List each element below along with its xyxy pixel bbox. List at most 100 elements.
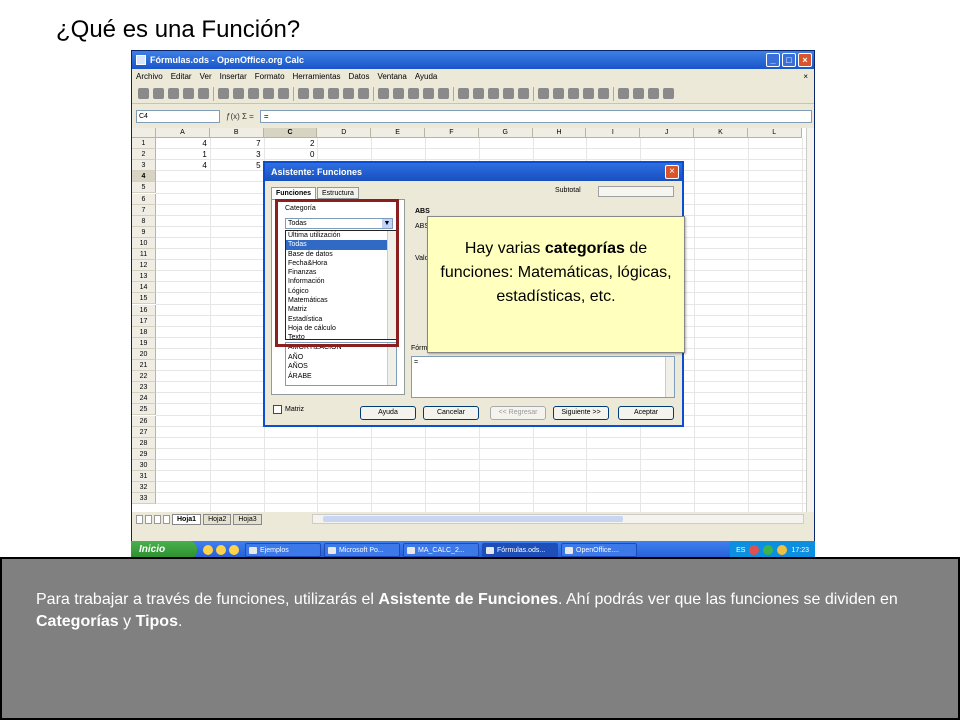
toolbar-button-icon[interactable] (153, 88, 164, 99)
prev-sheet-nav[interactable] (145, 514, 152, 524)
table-cell[interactable]: 5 (210, 160, 264, 171)
toolbar-button-icon[interactable] (408, 88, 419, 99)
menu-item-2[interactable]: Ver (200, 69, 212, 84)
formula-field[interactable]: = (411, 356, 675, 398)
toolbar-button-icon[interactable] (138, 88, 149, 99)
maximize-button[interactable]: □ (782, 53, 796, 67)
row-header[interactable]: 12 (132, 260, 156, 272)
row-header[interactable]: 3 (132, 160, 156, 172)
toolbar-button-icon[interactable] (583, 88, 594, 99)
toolbar-button-icon[interactable] (183, 88, 194, 99)
row-header[interactable]: 22 (132, 371, 156, 383)
formula-scrollbar[interactable] (665, 357, 674, 397)
row-header[interactable]: 20 (132, 348, 156, 360)
row-header[interactable]: 10 (132, 237, 156, 249)
sheet-tab[interactable]: Hoja2 (203, 513, 232, 525)
toolbar-button-icon[interactable] (298, 88, 309, 99)
column-header[interactable]: L (747, 128, 802, 138)
row-header[interactable]: 30 (132, 459, 156, 471)
row-header[interactable]: 27 (132, 426, 156, 438)
function-option[interactable]: ÁRABE (286, 372, 396, 382)
row-header[interactable]: 9 (132, 226, 156, 238)
row-header[interactable]: 32 (132, 482, 156, 494)
toolbar-button-icon[interactable] (168, 88, 179, 99)
dialog-close-button[interactable]: × (665, 165, 679, 179)
function-wizard-icon[interactable]: ƒ(x) Σ = (226, 112, 254, 121)
tab-estructura[interactable]: Estructura (317, 187, 359, 199)
row-header[interactable]: 28 (132, 437, 156, 449)
sheet-tab[interactable]: Hoja1 (172, 513, 202, 525)
toolbar-button-icon[interactable] (328, 88, 339, 99)
toolbar-button-icon[interactable] (633, 88, 644, 99)
row-header[interactable]: 4 (132, 171, 156, 183)
column-header[interactable]: K (694, 128, 748, 138)
tab-funciones[interactable]: Funciones (271, 187, 317, 199)
toolbar-button-icon[interactable] (313, 88, 324, 99)
toolbar-button-icon[interactable] (648, 88, 659, 99)
tray-icon[interactable] (777, 545, 788, 555)
toolbar-button-icon[interactable] (663, 88, 674, 99)
help-button[interactable]: Ayuda (360, 406, 416, 420)
toolbar-button-icon[interactable] (233, 88, 244, 99)
toolbar-button-icon[interactable] (358, 88, 369, 99)
quick-launch-icon[interactable] (203, 545, 213, 555)
row-header[interactable]: 11 (132, 249, 156, 261)
quick-launch-icon[interactable] (229, 545, 239, 555)
menu-item-5[interactable]: Herramientas (293, 69, 341, 84)
row-header[interactable]: 8 (132, 215, 156, 227)
row-header[interactable]: 33 (132, 493, 156, 505)
first-sheet-nav[interactable] (136, 514, 143, 524)
toolbar-button-icon[interactable] (438, 88, 449, 99)
quick-launch-icon[interactable] (216, 545, 226, 555)
menu-item-0[interactable]: Archivo (136, 69, 163, 84)
vertical-scrollbar[interactable] (806, 128, 814, 512)
table-cell[interactable]: 1 (156, 149, 210, 160)
column-header[interactable]: C (263, 128, 318, 138)
toolbar-button-icon[interactable] (503, 88, 514, 99)
function-list[interactable]: AMORTIZACION AÑO AÑOS ÁRABE (285, 342, 397, 386)
row-header[interactable]: 2 (132, 149, 156, 161)
row-header[interactable]: 5 (132, 182, 156, 194)
taskbar-task[interactable]: Ejemplos (245, 543, 321, 557)
row-header[interactable]: 18 (132, 326, 156, 338)
input-line[interactable]: = (259, 109, 812, 123)
list-scrollbar[interactable] (387, 343, 396, 385)
row-header[interactable]: 25 (132, 404, 156, 416)
row-header[interactable]: 29 (132, 448, 156, 460)
column-header[interactable]: D (317, 128, 372, 138)
column-header[interactable]: I (586, 128, 641, 138)
taskbar-task[interactable]: MA_CALC_2... (403, 543, 479, 557)
toolbar-button-icon[interactable] (458, 88, 469, 99)
toolbar-button-icon[interactable] (218, 88, 229, 99)
toolbar-button-icon[interactable] (553, 88, 564, 99)
row-header[interactable]: 7 (132, 204, 156, 216)
toolbar-button-icon[interactable] (198, 88, 209, 99)
toolbar-button-icon[interactable] (378, 88, 389, 99)
menu-item-8[interactable]: Ayuda (415, 69, 438, 84)
name-box[interactable]: C4 (136, 109, 220, 123)
subtotal-field[interactable] (598, 186, 674, 197)
column-header[interactable]: E (371, 128, 425, 138)
column-header[interactable]: G (478, 128, 533, 138)
toolbar-button-icon[interactable] (343, 88, 354, 99)
row-header[interactable]: 14 (132, 282, 156, 294)
table-cell[interactable]: 7 (210, 138, 264, 149)
toolbar-button-icon[interactable] (263, 88, 274, 99)
function-option[interactable]: AÑO (286, 353, 396, 363)
window-titlebar[interactable]: Fórmulas.ods - OpenOffice.org Calc _ □ × (132, 51, 814, 69)
taskbar-task[interactable]: Microsoft Po... (324, 543, 400, 557)
matrix-checkbox[interactable] (273, 405, 282, 414)
toolbar-button-icon[interactable] (393, 88, 404, 99)
toolbar-button-icon[interactable] (518, 88, 529, 99)
row-header[interactable]: 6 (132, 193, 156, 205)
toolbar-button-icon[interactable] (568, 88, 579, 99)
toolbar-button-icon[interactable] (618, 88, 629, 99)
sheet-tab[interactable]: Hoja3 (233, 513, 262, 525)
back-button[interactable]: << Regresar (490, 406, 546, 420)
row-header[interactable]: 24 (132, 393, 156, 405)
row-header[interactable]: 17 (132, 315, 156, 327)
menu-item-3[interactable]: Insertar (220, 69, 247, 84)
horizontal-scrollbar[interactable] (312, 514, 804, 524)
next-sheet-nav[interactable] (154, 514, 161, 524)
toolbar-button-icon[interactable] (538, 88, 549, 99)
